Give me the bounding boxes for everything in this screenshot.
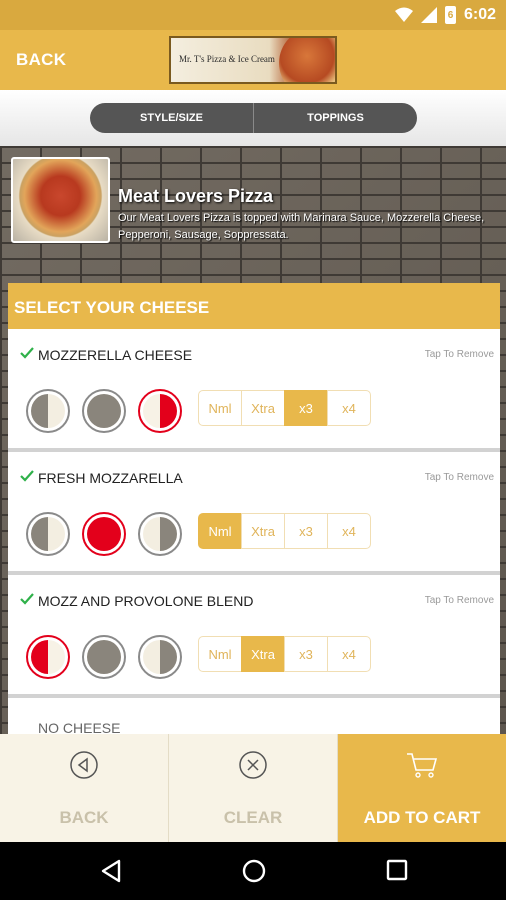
segmented-control: STYLE/SIZE TOPPINGS [90, 103, 417, 133]
portion-selector [26, 635, 182, 679]
tab-toppings[interactable]: TOPPINGS [253, 103, 417, 133]
portion-right-button[interactable] [138, 635, 182, 679]
amount-nml-button[interactable]: Nml [198, 636, 242, 672]
bottom-action-bar: BACK CLEAR ADD TO CART [0, 734, 506, 842]
cart-icon [407, 753, 438, 778]
amount-selector: Nml Xtra x3 x4 [198, 390, 371, 426]
logo-pizza-graphic [279, 38, 335, 82]
option-name[interactable]: FRESH MOZZARELLA [38, 470, 183, 486]
item-title: Meat Lovers Pizza [118, 186, 274, 206]
back-arrow-icon [70, 751, 98, 779]
amount-xtra-button[interactable]: Xtra [241, 636, 285, 672]
logo-text: Mr. T's Pizza & Ice Cream [179, 54, 275, 64]
clear-button-label: CLEAR [223, 808, 283, 827]
portion-left-button[interactable] [26, 389, 70, 433]
wifi-icon [394, 7, 413, 22]
section-title: SELECT YOUR CHEESE [8, 283, 500, 329]
amount-xtra-button[interactable]: Xtra [241, 513, 285, 549]
amount-xtra-button[interactable]: Xtra [241, 390, 285, 426]
back-link[interactable]: BACK [16, 50, 66, 70]
system-nav-bar [0, 842, 506, 900]
restaurant-logo: Mr. T's Pizza & Ice Cream [169, 36, 337, 84]
amount-x4-button[interactable]: x4 [327, 636, 371, 672]
tap-to-remove[interactable]: Tap To Remove [425, 595, 494, 606]
add-to-cart-button[interactable]: ADD TO CART [338, 734, 506, 842]
amount-x3-button[interactable]: x3 [284, 513, 328, 549]
amount-nml-button[interactable]: Nml [198, 390, 242, 426]
option-row: MOZZ AND PROVOLONE BLEND Tap To Remove N… [8, 575, 500, 698]
portion-right-button[interactable] [138, 389, 182, 433]
app-bar: BACK Mr. T's Pizza & Ice Cream [0, 30, 506, 90]
tab-bar: STYLE/SIZE TOPPINGS [0, 90, 506, 146]
portion-whole-button[interactable] [82, 512, 126, 556]
status-bar: 6 6:02 [0, 0, 506, 30]
pizza-photo [11, 157, 110, 243]
battery-icon: 6 [444, 6, 456, 24]
portion-right-button[interactable] [138, 512, 182, 556]
portion-selector [26, 512, 182, 556]
option-name[interactable]: NO CHEESE [38, 720, 120, 734]
item-description: Our Meat Lovers Pizza is topped with Mar… [118, 212, 485, 241]
option-row: FRESH MOZZARELLA Tap To Remove Nml Xtra … [8, 452, 500, 575]
nav-back-icon[interactable] [100, 859, 122, 883]
clear-button[interactable]: CLEAR [169, 734, 338, 842]
portion-selector [26, 389, 182, 433]
amount-x3-button[interactable]: x3 [284, 390, 328, 426]
add-to-cart-label: ADD TO CART [363, 808, 481, 827]
check-icon [20, 347, 34, 359]
check-icon [20, 593, 34, 605]
nav-recents-icon[interactable] [386, 859, 408, 881]
amount-x4-button[interactable]: x4 [327, 513, 371, 549]
option-name[interactable]: MOZZERELLA CHEESE [38, 347, 192, 363]
cheese-panel: SELECT YOUR CHEESE MOZZERELLA CHEESE Tap… [8, 283, 500, 734]
option-row: NO CHEESE [8, 698, 500, 734]
amount-selector: Nml Xtra x3 x4 [198, 636, 371, 672]
portion-left-button[interactable] [26, 635, 70, 679]
back-button-label: BACK [59, 808, 109, 827]
tap-to-remove[interactable]: Tap To Remove [425, 349, 494, 360]
amount-x3-button[interactable]: x3 [284, 636, 328, 672]
clear-icon [239, 751, 267, 779]
status-time: 6:02 [463, 6, 496, 23]
option-row: MOZZERELLA CHEESE Tap To Remove Nml Xtra… [8, 329, 500, 452]
portion-whole-button[interactable] [82, 635, 126, 679]
amount-selector: Nml Xtra x3 x4 [198, 513, 371, 549]
portion-left-button[interactable] [26, 512, 70, 556]
option-name[interactable]: MOZZ AND PROVOLONE BLEND [38, 593, 253, 609]
portion-whole-button[interactable] [82, 389, 126, 433]
nav-home-icon[interactable] [242, 859, 266, 883]
status-icons: 6 6:02 [394, 6, 496, 24]
signal-icon [420, 7, 437, 23]
amount-nml-button[interactable]: Nml [198, 513, 242, 549]
tap-to-remove[interactable]: Tap To Remove [425, 472, 494, 483]
back-button[interactable]: BACK [0, 734, 169, 842]
check-icon [20, 470, 34, 482]
tab-style-size[interactable]: STYLE/SIZE [90, 103, 253, 133]
amount-x4-button[interactable]: x4 [327, 390, 371, 426]
